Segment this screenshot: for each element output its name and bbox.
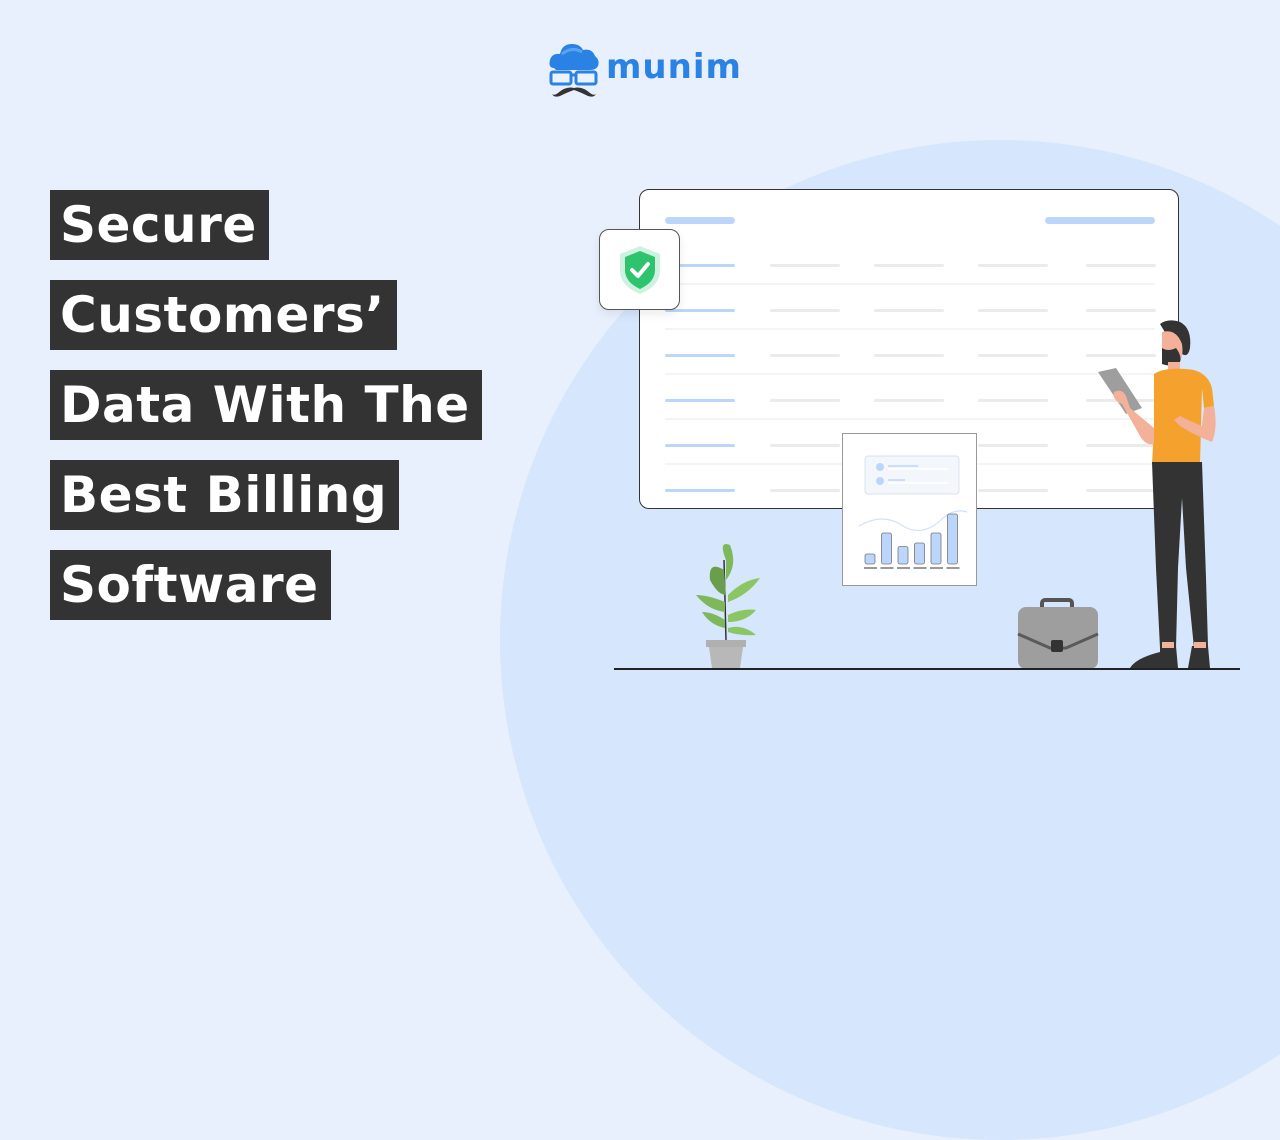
report-bar xyxy=(930,532,942,565)
floor-line xyxy=(614,668,1240,670)
table-cell-placeholder xyxy=(665,309,735,312)
report-bar xyxy=(914,542,925,565)
table-cell-placeholder xyxy=(665,354,735,357)
headline-line: Customers’ xyxy=(50,280,482,350)
headline-line: Software xyxy=(50,550,482,620)
report-bar-label-placeholder xyxy=(880,567,894,569)
brand-name: munim xyxy=(606,47,742,87)
header-bar-left xyxy=(665,217,735,224)
headline-line: Secure xyxy=(50,190,482,260)
report-bar xyxy=(881,532,892,565)
report-bar xyxy=(947,513,958,565)
table-cell-placeholder xyxy=(770,489,840,492)
table-cell-placeholder xyxy=(874,354,944,357)
shield-check-icon xyxy=(618,244,662,296)
table-cell-placeholder xyxy=(665,489,735,492)
headline: Secure Customers’ Data With The Best Bil… xyxy=(50,190,482,640)
table-cell-placeholder xyxy=(978,444,1048,447)
table-cell-placeholder xyxy=(1086,309,1156,312)
report-sheet xyxy=(842,433,977,586)
report-bar-label-placeholder xyxy=(930,567,943,569)
table-cell-placeholder xyxy=(978,354,1048,357)
table-cell-placeholder xyxy=(770,399,840,402)
headline-line: Best Billing xyxy=(50,460,482,530)
table-cell-placeholder xyxy=(770,264,840,267)
report-bar-chart-icon xyxy=(858,455,968,569)
table-cell-placeholder xyxy=(665,444,735,447)
table-cell-placeholder xyxy=(874,399,944,402)
report-bar xyxy=(897,546,909,565)
headline-line: Data With The xyxy=(50,370,482,440)
table-cell-placeholder xyxy=(770,444,840,447)
table-cell-placeholder xyxy=(665,399,735,402)
report-bar xyxy=(864,553,876,565)
table-cell-placeholder xyxy=(978,489,1048,492)
table-cell-placeholder xyxy=(874,264,944,267)
person-with-tablet xyxy=(1096,318,1226,673)
table-cell-placeholder xyxy=(978,399,1048,402)
plant-icon xyxy=(688,540,763,670)
brand-logo[interactable]: munim xyxy=(548,38,742,100)
header-bar-right xyxy=(1045,217,1155,224)
table-cell-placeholder xyxy=(874,309,944,312)
briefcase-icon xyxy=(1016,598,1100,670)
report-bar-label-placeholder xyxy=(864,567,877,569)
security-badge xyxy=(599,229,680,310)
report-bar-label-placeholder xyxy=(913,567,927,569)
cloud-glasses-mustache-icon xyxy=(548,38,600,100)
table-cell-placeholder xyxy=(1086,264,1156,267)
table-cell-placeholder xyxy=(770,354,840,357)
report-bar-label-placeholder xyxy=(897,567,910,569)
report-bar-label-placeholder xyxy=(946,567,960,569)
table-cell-placeholder xyxy=(770,309,840,312)
table-cell-placeholder xyxy=(978,309,1048,312)
table-cell-placeholder xyxy=(978,264,1048,267)
